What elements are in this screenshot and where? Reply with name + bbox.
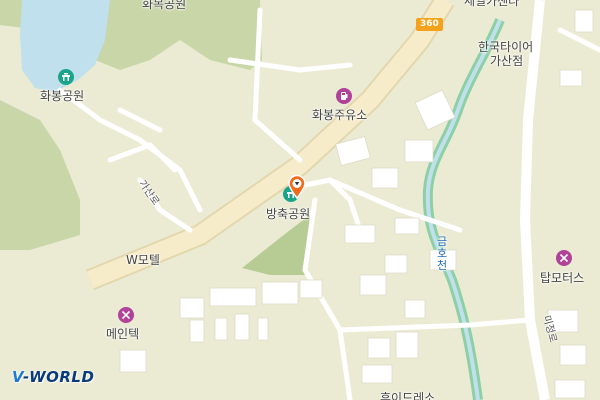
location-marker-icon[interactable] <box>288 175 306 199</box>
park-icon[interactable] <box>58 69 74 85</box>
label-bangchuk-park[interactable]: 방축공원 <box>266 207 310 221</box>
forest-area-south <box>242 215 310 275</box>
forest-area-west <box>0 100 80 250</box>
logo-prefix: V <box>12 368 24 386</box>
label-hwabong-gas-station[interactable]: 화봉주유소 <box>312 108 367 122</box>
label-w-motel[interactable]: W모텔 <box>126 253 160 267</box>
label-bottom-partial[interactable]: 휴이드레소 <box>380 391 435 400</box>
label-meintech[interactable]: 메인텍 <box>106 327 139 341</box>
label-gasan-branch[interactable]: 가산점 <box>490 54 523 68</box>
label-sejeon-center[interactable]: 세일카센타 <box>464 0 519 8</box>
vworld-logo: V-WORLD <box>12 368 94 386</box>
wrench-icon[interactable] <box>556 250 572 266</box>
route-shield: 360 <box>416 18 443 31</box>
geumho-stream <box>422 18 505 400</box>
label-geumho-stream: 금호천 <box>437 235 448 272</box>
label-hwamok-park[interactable]: 화목공원 <box>142 0 186 11</box>
fuel-icon[interactable] <box>336 88 352 104</box>
wrench-icon[interactable] <box>118 307 134 323</box>
label-hwabong-park[interactable]: 화봉공원 <box>40 89 84 103</box>
label-top-motors[interactable]: 탑모터스 <box>540 271 584 285</box>
logo-text: -WORLD <box>23 368 95 386</box>
map-canvas[interactable]: 360 화목공원 화봉공원 화봉주유소 방축공원 가산로 W모텔 메인텍 세일카… <box>0 0 600 400</box>
label-korea-tire[interactable]: 한국타이어 <box>478 40 533 54</box>
road-mijeong <box>519 0 550 400</box>
